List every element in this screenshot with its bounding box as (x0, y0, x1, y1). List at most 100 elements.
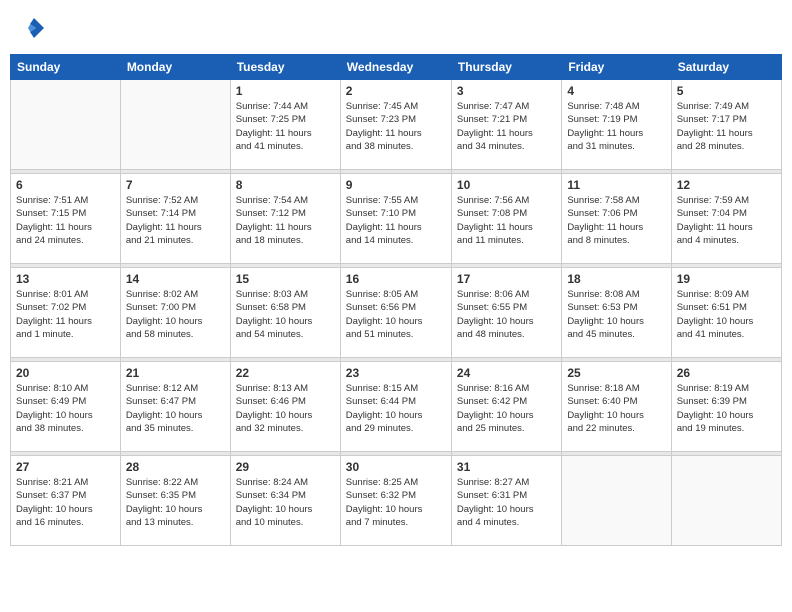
calendar-day-cell: 1 Sunrise: 7:44 AM Sunset: 7:25 PM Daylig… (230, 80, 340, 170)
day-number: 27 (16, 460, 115, 474)
day-info: Sunrise: 7:51 AM Sunset: 7:15 PM Dayligh… (16, 194, 115, 247)
weekday-header-cell: Sunday (11, 55, 121, 80)
calendar-day-cell: 18 Sunrise: 8:08 AM Sunset: 6:53 PM Dayli… (562, 268, 671, 358)
calendar-week-row: 1 Sunrise: 7:44 AM Sunset: 7:25 PM Daylig… (11, 80, 782, 170)
day-number: 5 (677, 84, 776, 98)
calendar-day-cell: 31 Sunrise: 8:27 AM Sunset: 6:31 PM Dayli… (451, 456, 561, 546)
calendar-day-cell: 10Sunrise: 7:56 AM Sunset: 7:08 PM Dayli… (451, 174, 561, 264)
day-info: Sunrise: 7:54 AM Sunset: 7:12 PM Dayligh… (236, 194, 335, 247)
page-header (10, 10, 782, 46)
day-number: 29 (236, 460, 335, 474)
calendar-day-cell: 16 Sunrise: 8:05 AM Sunset: 6:56 PM Dayli… (340, 268, 451, 358)
calendar-week-row: 6 Sunrise: 7:51 AM Sunset: 7:15 PM Daylig… (11, 174, 782, 264)
calendar-day-cell: 20Sunrise: 8:10 AM Sunset: 6:49 PM Dayli… (11, 362, 121, 452)
day-number: 12 (677, 178, 776, 192)
day-number: 30 (346, 460, 446, 474)
day-info: Sunrise: 8:18 AM Sunset: 6:40 PM Dayligh… (567, 382, 665, 435)
calendar-day-cell: 13Sunrise: 8:01 AM Sunset: 7:02 PM Dayli… (11, 268, 121, 358)
day-number: 31 (457, 460, 556, 474)
calendar-day-cell: 23 Sunrise: 8:15 AM Sunset: 6:44 PM Dayli… (340, 362, 451, 452)
calendar-day-cell: 5Sunrise: 7:49 AM Sunset: 7:17 PM Daylig… (671, 80, 781, 170)
day-number: 26 (677, 366, 776, 380)
day-number: 11 (567, 178, 665, 192)
day-info: Sunrise: 7:47 AM Sunset: 7:21 PM Dayligh… (457, 100, 556, 153)
day-number: 14 (126, 272, 225, 286)
calendar-day-cell: 6 Sunrise: 7:51 AM Sunset: 7:15 PM Daylig… (11, 174, 121, 264)
weekday-header-cell: Saturday (671, 55, 781, 80)
calendar-day-cell (562, 456, 671, 546)
calendar-day-cell: 9 Sunrise: 7:55 AM Sunset: 7:10 PM Daylig… (340, 174, 451, 264)
day-number: 3 (457, 84, 556, 98)
day-number: 19 (677, 272, 776, 286)
logo-icon (20, 14, 48, 42)
day-info: Sunrise: 8:01 AM Sunset: 7:02 PM Dayligh… (16, 288, 115, 341)
day-number: 15 (236, 272, 335, 286)
day-number: 16 (346, 272, 446, 286)
day-info: Sunrise: 7:58 AM Sunset: 7:06 PM Dayligh… (567, 194, 665, 247)
day-info: Sunrise: 7:59 AM Sunset: 7:04 PM Dayligh… (677, 194, 776, 247)
calendar-day-cell: 4Sunrise: 7:48 AM Sunset: 7:19 PM Daylig… (562, 80, 671, 170)
calendar-day-cell: 22 Sunrise: 8:13 AM Sunset: 6:46 PM Dayli… (230, 362, 340, 452)
calendar-day-cell: 8 Sunrise: 7:54 AM Sunset: 7:12 PM Daylig… (230, 174, 340, 264)
day-number: 28 (126, 460, 225, 474)
calendar-day-cell (120, 80, 230, 170)
calendar-day-cell: 14 Sunrise: 8:02 AM Sunset: 7:00 PM Dayli… (120, 268, 230, 358)
day-info: Sunrise: 8:21 AM Sunset: 6:37 PM Dayligh… (16, 476, 115, 529)
day-info: Sunrise: 8:16 AM Sunset: 6:42 PM Dayligh… (457, 382, 556, 435)
day-number: 9 (346, 178, 446, 192)
calendar-day-cell: 26Sunrise: 8:19 AM Sunset: 6:39 PM Dayli… (671, 362, 781, 452)
weekday-header-cell: Monday (120, 55, 230, 80)
day-number: 7 (126, 178, 225, 192)
calendar-day-cell: 27 Sunrise: 8:21 AM Sunset: 6:37 PM Dayli… (11, 456, 121, 546)
day-info: Sunrise: 7:48 AM Sunset: 7:19 PM Dayligh… (567, 100, 665, 153)
day-number: 6 (16, 178, 115, 192)
day-info: Sunrise: 7:44 AM Sunset: 7:25 PM Dayligh… (236, 100, 335, 153)
calendar-day-cell (11, 80, 121, 170)
day-info: Sunrise: 7:52 AM Sunset: 7:14 PM Dayligh… (126, 194, 225, 247)
calendar-day-cell: 21 Sunrise: 8:12 AM Sunset: 6:47 PM Dayli… (120, 362, 230, 452)
day-number: 2 (346, 84, 446, 98)
day-info: Sunrise: 8:25 AM Sunset: 6:32 PM Dayligh… (346, 476, 446, 529)
calendar-week-row: 20Sunrise: 8:10 AM Sunset: 6:49 PM Dayli… (11, 362, 782, 452)
day-info: Sunrise: 8:05 AM Sunset: 6:56 PM Dayligh… (346, 288, 446, 341)
calendar-day-cell: 30 Sunrise: 8:25 AM Sunset: 6:32 PM Dayli… (340, 456, 451, 546)
day-info: Sunrise: 8:06 AM Sunset: 6:55 PM Dayligh… (457, 288, 556, 341)
day-info: Sunrise: 7:55 AM Sunset: 7:10 PM Dayligh… (346, 194, 446, 247)
day-info: Sunrise: 7:56 AM Sunset: 7:08 PM Dayligh… (457, 194, 556, 247)
day-info: Sunrise: 8:09 AM Sunset: 6:51 PM Dayligh… (677, 288, 776, 341)
day-number: 17 (457, 272, 556, 286)
calendar-day-cell: 3 Sunrise: 7:47 AM Sunset: 7:21 PM Daylig… (451, 80, 561, 170)
day-info: Sunrise: 8:08 AM Sunset: 6:53 PM Dayligh… (567, 288, 665, 341)
calendar-day-cell: 2 Sunrise: 7:45 AM Sunset: 7:23 PM Daylig… (340, 80, 451, 170)
day-number: 8 (236, 178, 335, 192)
calendar-day-cell: 11 Sunrise: 7:58 AM Sunset: 7:06 PM Dayli… (562, 174, 671, 264)
calendar-day-cell: 12 Sunrise: 7:59 AM Sunset: 7:04 PM Dayli… (671, 174, 781, 264)
day-info: Sunrise: 8:02 AM Sunset: 7:00 PM Dayligh… (126, 288, 225, 341)
day-info: Sunrise: 7:45 AM Sunset: 7:23 PM Dayligh… (346, 100, 446, 153)
logo (18, 14, 48, 42)
calendar-body: 1 Sunrise: 7:44 AM Sunset: 7:25 PM Daylig… (11, 80, 782, 546)
calendar-day-cell (671, 456, 781, 546)
day-number: 23 (346, 366, 446, 380)
weekday-header-cell: Tuesday (230, 55, 340, 80)
day-info: Sunrise: 8:12 AM Sunset: 6:47 PM Dayligh… (126, 382, 225, 435)
day-number: 21 (126, 366, 225, 380)
day-info: Sunrise: 8:27 AM Sunset: 6:31 PM Dayligh… (457, 476, 556, 529)
calendar-week-row: 27 Sunrise: 8:21 AM Sunset: 6:37 PM Dayli… (11, 456, 782, 546)
calendar-day-cell: 15 Sunrise: 8:03 AM Sunset: 6:58 PM Dayli… (230, 268, 340, 358)
calendar-day-cell: 24 Sunrise: 8:16 AM Sunset: 6:42 PM Dayli… (451, 362, 561, 452)
day-info: Sunrise: 8:15 AM Sunset: 6:44 PM Dayligh… (346, 382, 446, 435)
day-info: Sunrise: 8:13 AM Sunset: 6:46 PM Dayligh… (236, 382, 335, 435)
day-number: 22 (236, 366, 335, 380)
day-number: 18 (567, 272, 665, 286)
day-number: 1 (236, 84, 335, 98)
calendar-day-cell: 28Sunrise: 8:22 AM Sunset: 6:35 PM Dayli… (120, 456, 230, 546)
weekday-header-cell: Thursday (451, 55, 561, 80)
day-number: 20 (16, 366, 115, 380)
day-number: 24 (457, 366, 556, 380)
weekday-header-cell: Friday (562, 55, 671, 80)
day-number: 25 (567, 366, 665, 380)
day-info: Sunrise: 8:03 AM Sunset: 6:58 PM Dayligh… (236, 288, 335, 341)
calendar-day-cell: 19 Sunrise: 8:09 AM Sunset: 6:51 PM Dayli… (671, 268, 781, 358)
weekday-header-cell: Wednesday (340, 55, 451, 80)
